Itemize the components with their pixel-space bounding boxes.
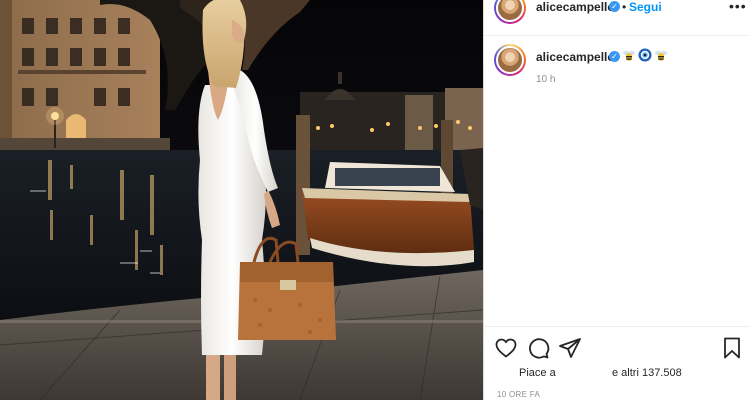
- caption-avatar[interactable]: [494, 44, 526, 76]
- author-username[interactable]: alicecampello: [536, 0, 615, 14]
- caption-time[interactable]: 10 h: [536, 74, 555, 85]
- post-photo[interactable]: [0, 0, 483, 400]
- post-side-panel: alicecampello ✓ • Segui ••• alicecampell…: [483, 0, 750, 400]
- post-timestamp[interactable]: 10 ORE FA: [497, 390, 540, 399]
- follow-separator: •: [622, 0, 627, 14]
- likes-prefix: Piace a: [519, 367, 556, 379]
- more-options-icon[interactable]: •••: [729, 0, 747, 14]
- comment-icon[interactable]: [526, 336, 550, 360]
- caption-emojis: [622, 48, 668, 62]
- heart-icon[interactable]: [494, 336, 518, 360]
- bee-emoji-icon: [655, 50, 667, 61]
- caption-verified-badge-icon: ✓: [609, 51, 620, 62]
- likes-count[interactable]: e altri 137.508: [612, 367, 682, 379]
- nazar-amulet-icon: [638, 48, 652, 62]
- author-avatar[interactable]: [494, 0, 526, 24]
- bee-emoji-icon: [623, 50, 635, 61]
- post-header: alicecampello ✓ • Segui •••: [484, 0, 750, 36]
- venice-night-photo: [0, 0, 483, 400]
- bookmark-icon[interactable]: [720, 336, 744, 360]
- follow-button[interactable]: Segui: [629, 0, 662, 14]
- actions-divider: [484, 326, 750, 327]
- verified-badge-icon: ✓: [609, 1, 620, 12]
- caption-username[interactable]: alicecampello: [536, 50, 615, 64]
- paper-plane-icon[interactable]: [558, 336, 582, 360]
